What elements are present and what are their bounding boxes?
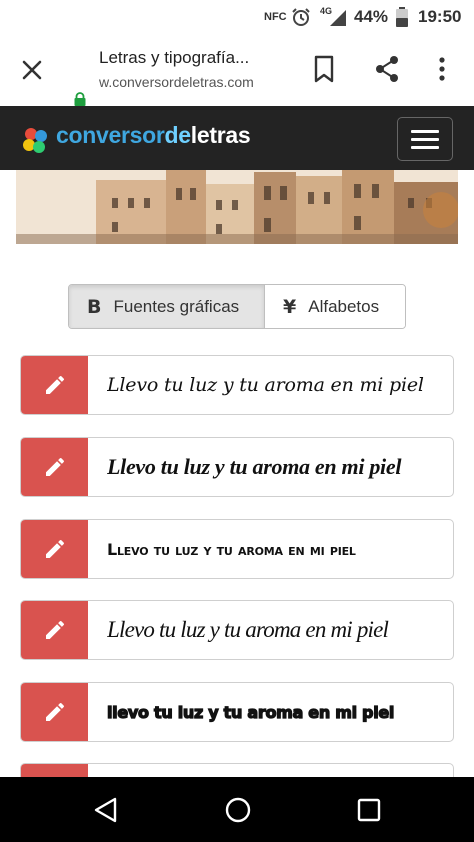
share-icon: [376, 56, 398, 82]
logo-part-letras: letras: [190, 122, 251, 148]
system-navigation-bar: [0, 777, 474, 842]
share-button[interactable]: [372, 54, 402, 84]
font-result-row[interactable]: Llevo tu luz y tu aroma en mi piel: [20, 519, 454, 579]
clock: 19:50: [418, 7, 462, 26]
alarm-icon: [291, 7, 311, 32]
hero-banner-image: [16, 170, 458, 244]
site-menu-button[interactable]: [397, 117, 453, 161]
site-logo[interactable]: conversordeletras: [56, 122, 251, 149]
bookmark-icon: [314, 55, 334, 83]
edit-button[interactable]: [21, 683, 88, 741]
font-sample-text: Llevo tu luz y tu aroma en mi piel: [107, 539, 356, 559]
yen-icon: ¥: [283, 295, 297, 318]
pencil-icon: [46, 539, 65, 558]
tab-alfabetos[interactable]: ¥ Alfabetos: [265, 285, 405, 328]
hamburger-icon: [411, 138, 439, 141]
tab-fuentes-graficas[interactable]: B Fuentes gráficas: [69, 285, 265, 328]
font-result-row[interactable]: Llevo tu luz y tu aroma en mi piel: [20, 355, 454, 415]
overflow-menu-button[interactable]: [432, 54, 452, 84]
pencil-icon: [46, 620, 65, 639]
home-icon: [225, 797, 251, 823]
pencil-icon: [46, 375, 65, 394]
site-header: conversordeletras: [0, 106, 474, 170]
close-icon: [22, 60, 42, 80]
tab-label: Fuentes gráficas: [113, 296, 240, 316]
page-url[interactable]: w.conversordeletras.com: [99, 74, 254, 90]
logo-part-de: de: [164, 122, 192, 148]
close-tab-button[interactable]: [14, 52, 50, 88]
back-button[interactable]: [93, 797, 119, 828]
edit-button[interactable]: [21, 438, 88, 496]
tab-label: Alfabetos: [308, 296, 380, 316]
font-result-row[interactable]: llevo tu luz y tu aroma en mi piel: [20, 682, 454, 742]
hamburger-icon: [411, 146, 439, 149]
font-result-row[interactable]: Llevo tu luz y tu aroma en mi piel: [20, 600, 454, 660]
hamburger-icon: [411, 130, 439, 133]
pencil-icon: [46, 702, 65, 721]
pencil-icon: [46, 457, 65, 476]
edit-button[interactable]: [21, 520, 88, 578]
font-result-row[interactable]: Llevo tu luz y tu aroma en mi piel: [20, 437, 454, 497]
edit-button[interactable]: [21, 601, 88, 659]
battery-percent: 44%: [354, 7, 389, 26]
font-sample-text: Llevo tu luz y tu aroma en mi piel: [107, 374, 424, 396]
more-vert-icon: [439, 57, 445, 81]
nfc-indicator: NFC: [264, 11, 287, 23]
back-icon: [94, 797, 117, 823]
font-type-tabs: B Fuentes gráficas ¥ Alfabetos: [68, 284, 406, 329]
logo-part-conversor: conversor: [56, 122, 165, 148]
font-sample-text: llevo tu luz y tu aroma en mi piel: [107, 702, 395, 722]
bold-icon: B: [87, 295, 102, 318]
home-button[interactable]: [224, 796, 252, 829]
browser-toolbar: Letras y tipografía... w.conversordeletr…: [0, 34, 474, 106]
logo-icon[interactable]: [20, 124, 50, 154]
bookmark-button[interactable]: [310, 54, 338, 84]
signal-icon: [329, 9, 347, 32]
page-title: Letras y tipografía...: [99, 48, 250, 67]
edit-button[interactable]: [21, 356, 88, 414]
battery-icon: [396, 7, 408, 32]
lock-icon: [73, 92, 87, 106]
recent-apps-icon: [357, 798, 381, 822]
status-bar: NFC 4G 44% 19:50: [0, 0, 474, 34]
font-sample-text: Llevo tu luz y tu aroma en mi piel: [107, 617, 389, 642]
font-sample-text: Llevo tu luz y tu aroma en mi piel: [107, 454, 402, 479]
recent-apps-button[interactable]: [357, 798, 381, 827]
